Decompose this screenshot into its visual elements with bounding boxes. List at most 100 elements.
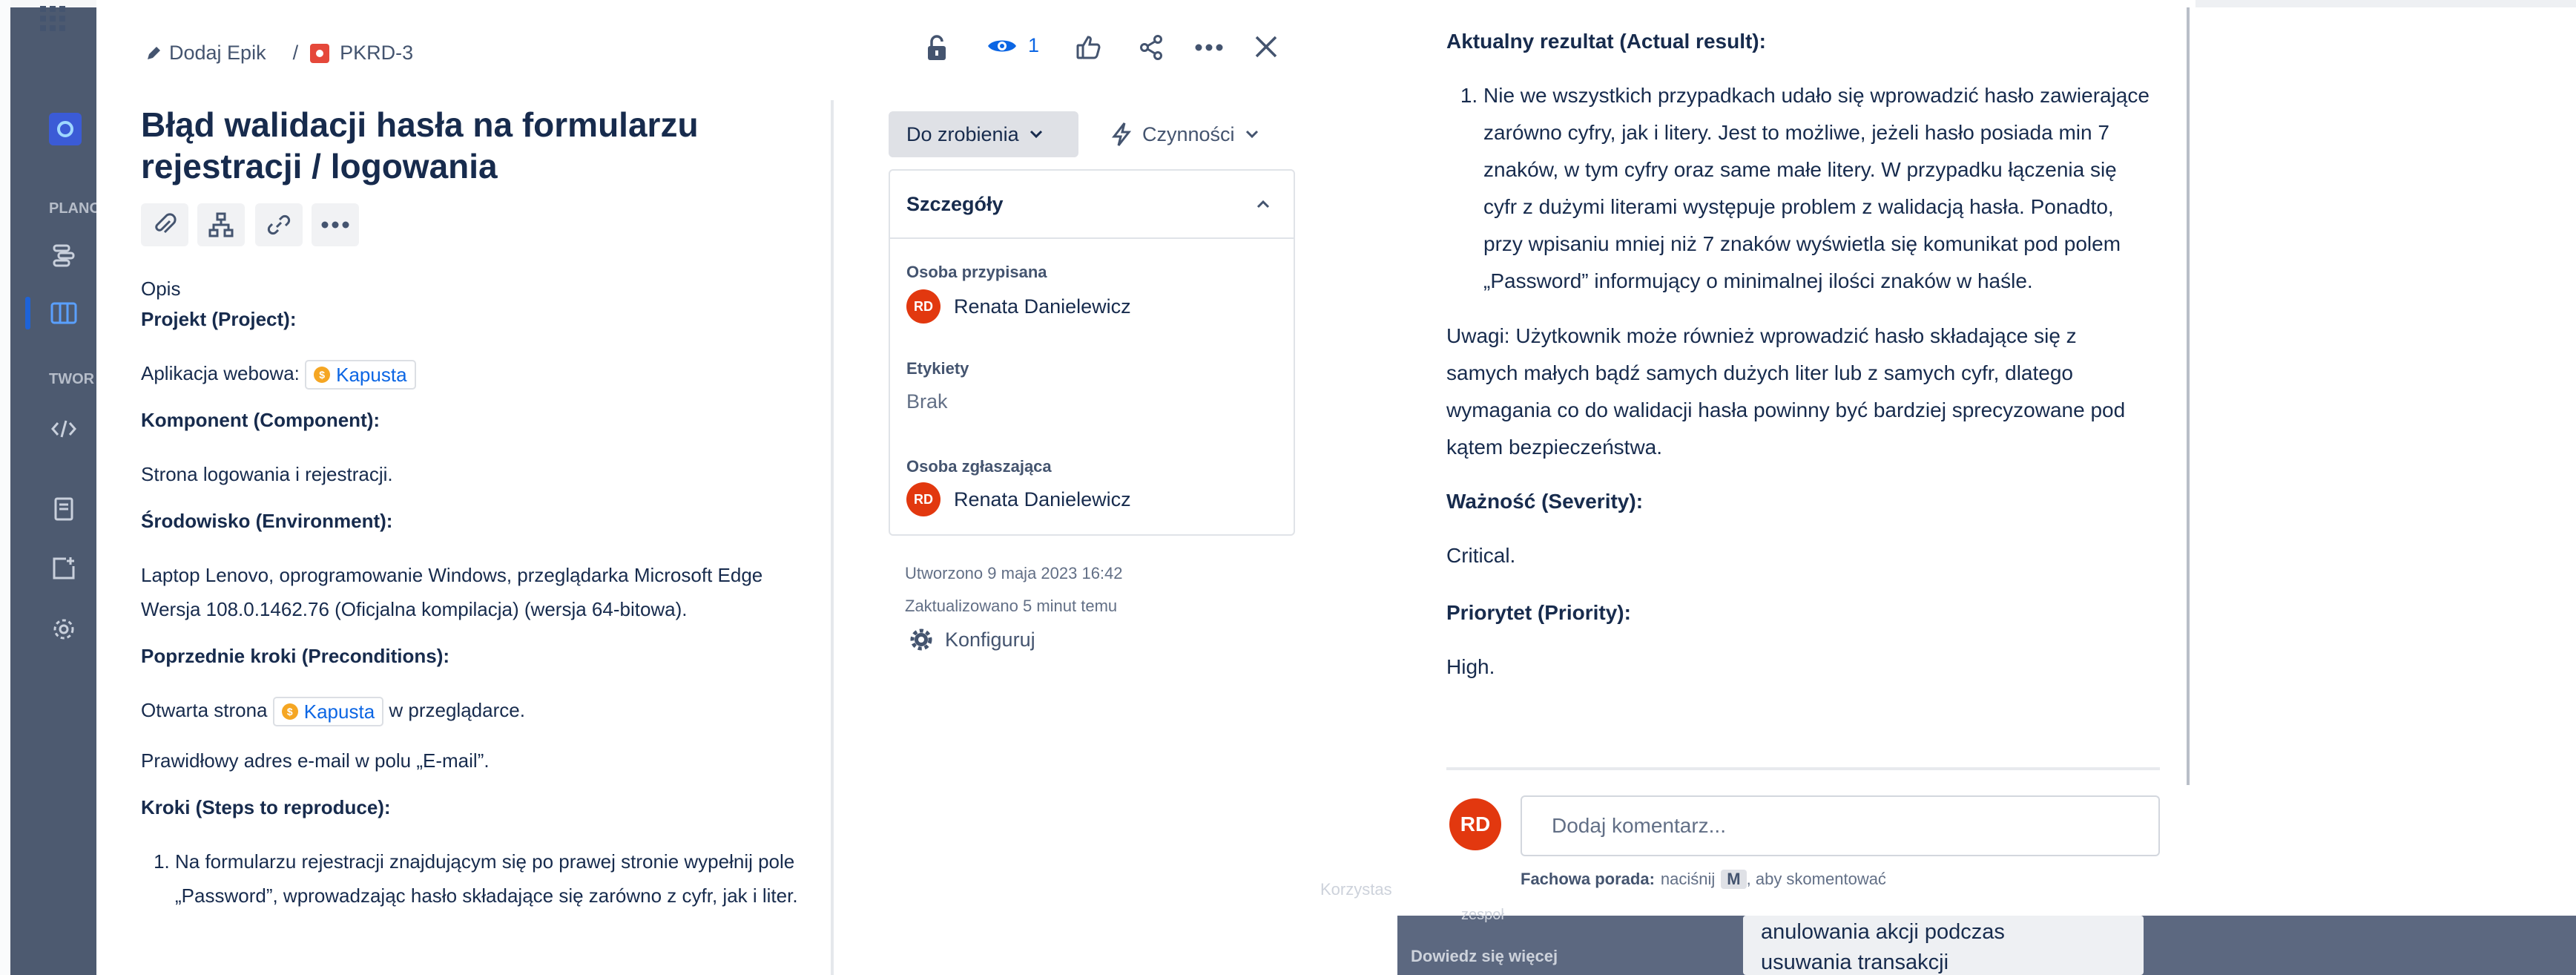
right-description[interactable]: Aktualny rezultat (Actual result): Nie w… [1446,25,2151,708]
bug-icon [310,43,330,63]
link-issue-button[interactable] [255,203,303,246]
modal-column-divider [831,100,834,975]
details-title: Szczegóły [906,192,1004,215]
actual-result-list: Nie we wszystkich przypadkach udało się … [1446,77,2151,300]
code-icon[interactable] [45,410,83,448]
breadcrumb: Dodaj Epik / PKRD-3 [145,42,413,65]
avatar: RD [906,482,941,516]
actions-label: Czynności [1142,122,1235,145]
status-label: Do zrobienia [906,122,1019,145]
avatar: RD [906,289,941,324]
steps-heading: Kroki (Steps to reproduce): [141,796,391,818]
steps-list: Na formularzu rejestracji znajdującym si… [141,844,801,913]
labels-label: Etykiety [906,359,969,378]
right-panel-divider [2187,7,2190,785]
chevron-up-icon [1256,200,1270,209]
project-heading: Projekt (Project): [141,308,297,330]
precondition-chip-label: Kapusta [303,700,375,723]
comment-placeholder: Dodaj komentarz... [1552,814,1726,837]
watchers-count: 1 [1028,34,1040,56]
project-chip-label: Kapusta [336,364,407,387]
preconditions-heading: Poprzednie kroki (Preconditions): [141,645,450,667]
comment-divider [1446,767,2160,770]
more-icon[interactable] [1194,43,1224,52]
nav-section-twor: TWOR [49,371,95,387]
close-icon[interactable] [1254,34,1279,59]
configure-button[interactable]: Konfiguruj [908,626,1035,653]
page-icon[interactable] [45,490,83,528]
add-item-icon[interactable] [45,549,83,588]
project-text: Aplikacja webowa: [141,362,300,384]
environment-text: Laptop Lenovo, oprogramowanie Windows, p… [141,564,763,620]
background-top-right [2195,0,2576,7]
precondition-chip[interactable]: $ Kapusta [272,697,384,727]
created-date: Utworzono 9 maja 2023 16:42 [905,564,1123,582]
timeline-icon[interactable] [45,236,83,275]
hierarchy-icon [208,212,234,237]
toolbar-more-button[interactable] [312,203,359,246]
issue-key-link[interactable]: PKRD-3 [340,42,413,65]
priority-value: High. [1446,655,1495,678]
thumbs-up-icon[interactable] [1075,34,1102,61]
notes-text: Uwagi: Użytkownik może również wprowadzi… [1446,324,2126,459]
reporter-label: Osoba zgłaszająca [906,457,1052,476]
issue-title[interactable]: Błąd walidacji hasła na formularzu rejes… [141,104,734,187]
priority-heading: Priorytet (Priority): [1446,601,1631,624]
description-label: Opis [141,278,181,300]
lock-icon[interactable] [926,34,948,62]
description[interactable]: Opis Projekt (Project): Aplikacja webowa… [141,275,801,913]
left-edge-strip [0,0,10,975]
assignee-field[interactable]: RD Renata Danielewicz [906,289,1131,324]
background-learn-more-link[interactable]: Dowiedz się więcej [1411,947,1558,966]
coin-icon: $ [281,703,298,720]
component-text: Strona logowania i rejestracji. [141,463,393,485]
coin-icon: $ [314,367,331,384]
updated-date: Zaktualizowano 5 minut temu [905,597,1118,615]
lightning-icon [1111,122,1132,146]
nav-active-indicator [25,297,30,329]
avatar: RD [1449,798,1501,850]
background-korzysta-text: Korzystas [1320,880,1392,899]
component-heading: Komponent (Component): [141,409,381,431]
environment-heading: Środowisko (Environment): [141,510,393,532]
settings-icon[interactable] [45,610,83,649]
background-card-line1: anulowania akcji podczas [1761,920,2005,944]
labels-value[interactable]: Brak [906,390,948,413]
board-icon[interactable] [45,294,83,332]
actual-result-heading: Aktualny rezultat (Actual result): [1446,30,1766,53]
tip-key: M [1721,870,1747,889]
comment-input[interactable]: Dodaj komentarz... [1521,795,2160,856]
actions-dropdown[interactable]: Czynności [1111,111,1259,157]
share-icon[interactable] [1138,34,1165,61]
chevron-down-icon [1030,130,1042,139]
background-card-line2: usuwania transakcji [1761,951,1949,974]
severity-heading: Ważność (Severity): [1446,490,1644,513]
severity-value: Critical. [1446,544,1516,567]
details-panel: Szczegóły Osoba przypisana RD Renata Dan… [889,169,1295,536]
breadcrumb-epic-link[interactable]: Dodaj Epik [169,42,266,65]
tip-pre: naciśnij [1660,870,1716,888]
reporter-field[interactable]: RD Renata Danielewicz [906,482,1131,516]
child-issue-button[interactable] [197,203,245,246]
assignee-name: Renata Danielewicz [954,295,1131,318]
step-item: Na formularzu rejestracji znajdującym si… [175,844,801,913]
project-chip[interactable]: $ Kapusta [305,360,416,390]
comment-tip: Fachowa porada: naciśnij M , aby skoment… [1521,870,1886,889]
configure-label: Konfiguruj [945,628,1035,651]
apps-grid-icon[interactable] [40,6,65,31]
background-zespol-text: zespoł [1461,907,1504,923]
status-dropdown[interactable]: Do zrobienia [889,111,1078,157]
gear-icon [910,628,932,651]
details-header[interactable]: Szczegóły [890,171,1294,239]
background-card-text: anulowania akcji podczas usuwania transa… [1761,917,2005,975]
assignee-label: Osoba przypisana [906,263,1047,281]
pencil-icon [148,46,160,59]
project-logo-icon[interactable] [49,113,82,145]
precondition1-before: Otwarta strona [141,699,268,721]
more-icon [321,221,349,229]
precondition1-after: w przeglądarce. [389,699,525,721]
watchers-button[interactable]: 1 [986,34,1039,57]
attach-button[interactable] [141,203,188,246]
link-icon [267,214,291,235]
attachment-icon [155,213,177,234]
